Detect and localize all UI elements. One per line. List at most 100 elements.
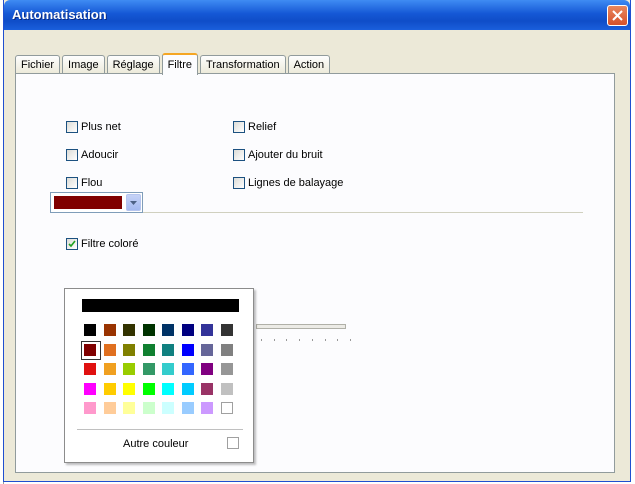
color-swatch[interactable] (101, 399, 121, 419)
color-swatch-fill (103, 402, 116, 414)
color-swatch[interactable] (179, 380, 199, 400)
checkbox-box[interactable] (66, 149, 78, 161)
color-swatch[interactable] (179, 341, 199, 361)
color-swatch[interactable] (101, 321, 121, 341)
checkbox-label: Adoucir (81, 149, 119, 161)
color-swatch[interactable] (159, 360, 179, 380)
color-dropdown[interactable] (50, 192, 143, 213)
checkbox-box[interactable] (233, 149, 245, 161)
color-swatch[interactable] (120, 321, 140, 341)
color-swatch[interactable] (81, 340, 101, 360)
color-swatch[interactable] (179, 399, 199, 419)
color-swatch-fill (142, 363, 155, 375)
color-swatch[interactable] (198, 399, 218, 419)
color-swatch-fill (103, 382, 116, 395)
color-swatch-fill (201, 382, 213, 395)
tab-label: Transformation (206, 59, 280, 71)
tab-bar: Fichier Image Réglage Filtre Transformat… (15, 52, 332, 75)
color-swatch-fill (201, 402, 213, 414)
color-swatch[interactable] (120, 341, 140, 361)
checkbox-adoucir[interactable]: Adoucir (66, 149, 118, 161)
color-swatch-fill (103, 363, 116, 375)
color-swatch-fill (84, 402, 96, 414)
color-swatch-fill (84, 382, 96, 395)
tab-transformation[interactable]: Transformation (200, 55, 286, 74)
checkbox-box[interactable] (66, 238, 78, 250)
color-swatch[interactable] (198, 321, 218, 341)
color-swatch[interactable] (120, 399, 140, 419)
checkbox-lignes-balayage[interactable]: Lignes de balayage (233, 177, 343, 189)
color-swatch[interactable] (101, 380, 121, 400)
checkbox-box[interactable] (66, 121, 78, 133)
dropdown-button[interactable] (126, 194, 141, 211)
color-swatch-fill (220, 324, 233, 336)
popup-divider (77, 429, 243, 430)
color-swatch[interactable] (120, 380, 140, 400)
color-swatch[interactable] (140, 341, 160, 361)
checkbox-box[interactable] (233, 121, 245, 133)
color-swatch[interactable] (218, 321, 238, 341)
checkmark-icon (68, 240, 76, 248)
checkbox-label: Filtre coloré (81, 238, 139, 250)
color-swatch[interactable] (198, 360, 218, 380)
other-color-swatch[interactable] (227, 437, 239, 449)
tab-fichier[interactable]: Fichier (15, 55, 61, 74)
color-swatch-fill (181, 382, 194, 395)
color-swatch[interactable] (81, 321, 101, 341)
color-swatch[interactable] (198, 380, 218, 400)
color-swatch-fill (84, 324, 96, 336)
tab-label: Fichier (21, 59, 55, 71)
color-swatch[interactable] (159, 380, 179, 400)
slider-track[interactable] (256, 324, 346, 329)
color-swatch[interactable] (140, 399, 160, 419)
checkbox-label: Flou (81, 177, 103, 189)
color-swatch[interactable] (140, 360, 160, 380)
color-swatch[interactable] (179, 360, 199, 380)
tab-filtre[interactable]: Filtre (161, 53, 199, 75)
color-swatch-fill (201, 343, 213, 356)
window-title: Automatisation (12, 7, 107, 22)
color-swatch[interactable] (198, 341, 218, 361)
color-swatch[interactable] (81, 399, 101, 419)
color-swatch-fill (162, 343, 174, 356)
color-swatch[interactable] (81, 360, 101, 380)
checkbox-box[interactable] (233, 177, 245, 189)
color-swatch[interactable] (159, 399, 179, 419)
color-swatch[interactable] (101, 360, 121, 380)
checkbox-label: Ajouter du bruit (248, 149, 323, 161)
title-bar[interactable]: Automatisation (4, 0, 630, 30)
color-swatch[interactable] (218, 399, 238, 419)
color-swatch[interactable] (159, 341, 179, 361)
checkbox-ajouter-bruit[interactable]: Ajouter du bruit (233, 149, 323, 161)
color-swatch-fill (123, 343, 135, 356)
checkbox-relief[interactable]: Relief (233, 121, 276, 133)
tab-reglage[interactable]: Réglage (106, 55, 160, 74)
checkbox-plus-net[interactable]: Plus net (66, 121, 121, 133)
tab-image[interactable]: Image (62, 55, 105, 74)
color-swatch[interactable] (140, 321, 160, 341)
checkbox-flou[interactable]: Flou (66, 177, 102, 189)
color-swatch-fill (201, 324, 213, 336)
color-swatch-fill (162, 382, 174, 395)
other-color-label[interactable]: Autre couleur (123, 438, 188, 450)
color-swatch[interactable] (81, 380, 101, 400)
close-button[interactable] (607, 5, 628, 26)
tab-label: Image (68, 59, 99, 71)
color-swatch[interactable] (140, 380, 160, 400)
color-swatch[interactable] (218, 360, 238, 380)
color-swatch[interactable] (101, 341, 121, 361)
color-swatch[interactable] (218, 380, 238, 400)
color-swatch[interactable] (179, 321, 199, 341)
checkbox-label: Plus net (81, 121, 121, 133)
checkbox-filtre-colore[interactable]: Filtre coloré (66, 238, 138, 250)
color-swatch[interactable] (120, 360, 140, 380)
tab-action[interactable]: Action (287, 55, 331, 74)
color-swatch[interactable] (159, 321, 179, 341)
color-swatch-fill (181, 324, 194, 336)
color-swatch-black-bar[interactable] (82, 299, 239, 312)
color-swatch-fill (220, 402, 233, 414)
color-swatch-fill (142, 382, 155, 395)
checkbox-box[interactable] (66, 177, 78, 189)
color-swatch[interactable] (218, 341, 238, 361)
tab-label: Réglage (112, 59, 154, 71)
